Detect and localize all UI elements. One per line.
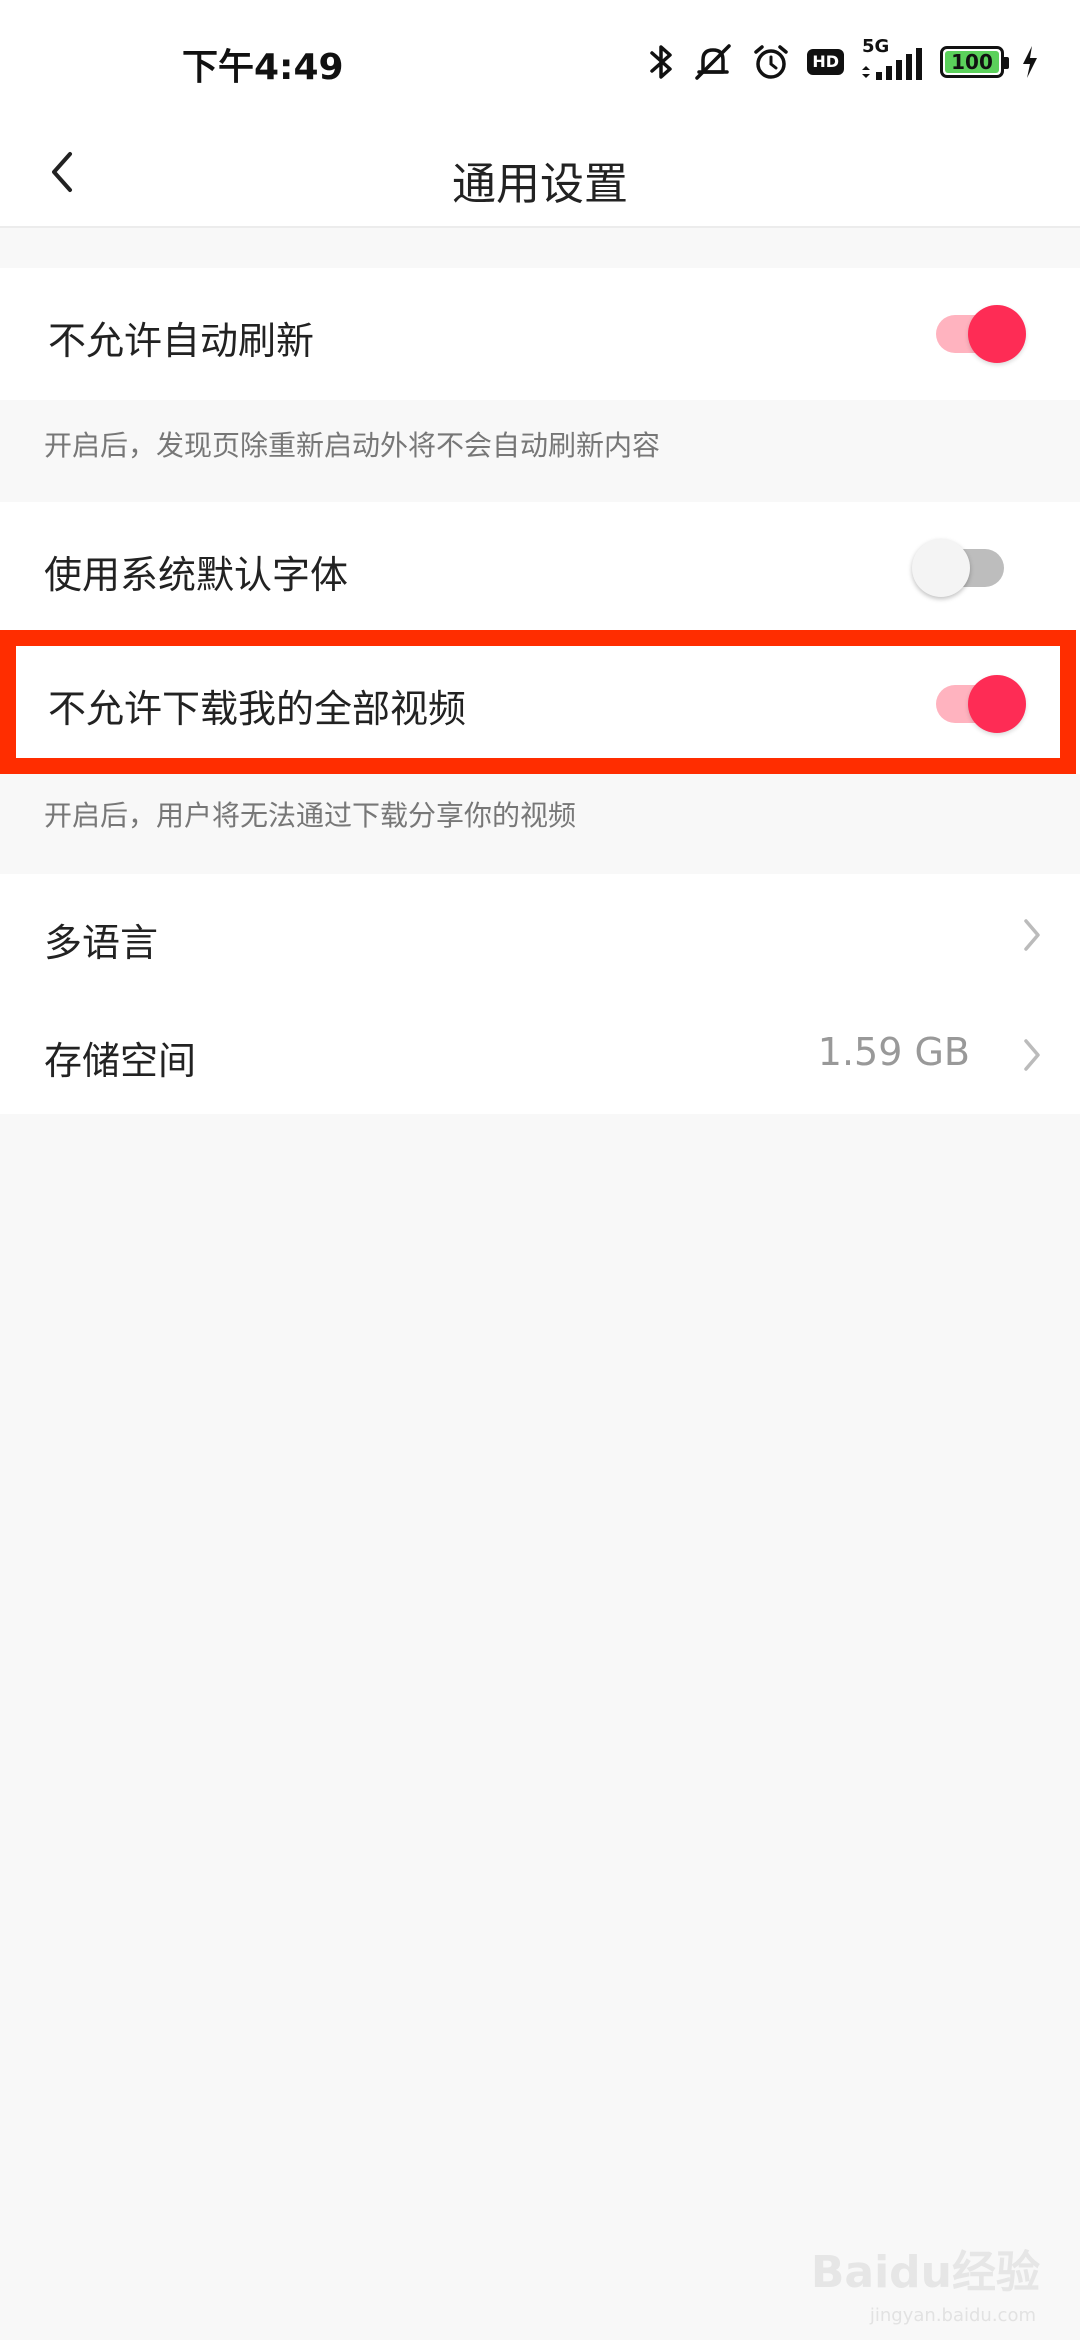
status-bar: 下午4:49 HD 5G 100 — [0, 0, 1080, 120]
signal-icon: 5G — [860, 36, 924, 84]
battery-cap — [1004, 57, 1009, 69]
watermark-subtext: jingyan.baidu.com — [869, 2305, 1036, 2326]
setting-row-system-font: 使用系统默认字体 — [0, 502, 1080, 630]
setting-row-download-videos: 不允许下载我的全部视频 — [0, 630, 1080, 774]
setting-row-auto-refresh: 不允许自动刷新 — [0, 268, 1080, 400]
storage-value: 1.59 GB — [817, 1030, 970, 1074]
battery-level: 100 — [945, 50, 999, 74]
setting-label-language: 多语言 — [44, 921, 159, 965]
toggle-knob — [968, 675, 1026, 733]
charging-icon — [1020, 44, 1040, 80]
watermark: Baidu经验 — [810, 2247, 1040, 2298]
setting-row-language[interactable]: 多语言 — [0, 874, 1080, 996]
setting-label-storage: 存储空间 — [44, 1039, 197, 1083]
toggle-knob — [912, 539, 970, 597]
mute-icon — [691, 42, 735, 82]
auto-refresh-description: 开启后，发现页除重新启动外将不会自动刷新内容 — [44, 429, 661, 462]
setting-label-download-videos: 不允许下载我的全部视频 — [48, 687, 467, 731]
toggle-knob — [968, 305, 1026, 363]
download-videos-toggle[interactable] — [936, 675, 1026, 733]
system-font-toggle[interactable] — [912, 539, 1004, 597]
setting-label-system-font: 使用系统默认字体 — [44, 553, 349, 597]
bluetooth-icon — [649, 42, 675, 82]
nav-bar: 通用设置 — [0, 120, 1080, 228]
setting-label-auto-refresh: 不允许自动刷新 — [48, 319, 315, 363]
page-title: 通用设置 — [452, 159, 628, 210]
auto-refresh-toggle[interactable] — [936, 305, 1026, 363]
download-videos-description: 开启后，用户将无法通过下载分享你的视频 — [44, 799, 577, 832]
battery-icon: 100 — [940, 46, 1009, 78]
chevron-right-icon — [1020, 1035, 1044, 1075]
status-time: 下午4:49 — [182, 47, 344, 88]
status-icons: HD 5G 100 — [649, 36, 1040, 86]
setting-row-storage[interactable]: 存储空间 1.59 GB — [0, 996, 1080, 1114]
hd-icon: HD — [807, 49, 844, 75]
alarm-icon — [751, 42, 791, 82]
chevron-right-icon — [1020, 915, 1044, 955]
